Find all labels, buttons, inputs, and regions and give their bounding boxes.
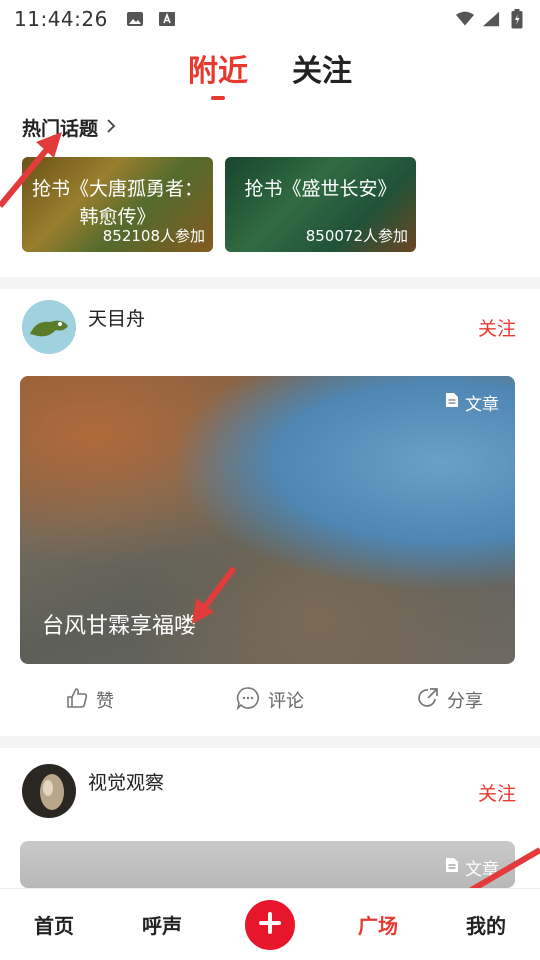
topic-participants: 852108人参加 — [102, 227, 205, 245]
battery-icon — [508, 9, 526, 29]
tab-following[interactable]: 关注 — [292, 44, 352, 104]
a-box-icon — [158, 11, 176, 27]
topic-card[interactable]: 抢书《大唐孤勇者：韩愈传》 852108人参加 — [22, 157, 213, 252]
topic-participants: 850072人参加 — [305, 227, 408, 245]
hot-topics-title: 热门话题 — [22, 118, 99, 140]
nav-mine[interactable]: 我的 — [432, 910, 540, 939]
post-image[interactable]: 文章 台风甘霖享福喽 — [20, 376, 515, 664]
follow-button[interactable]: 关注 — [478, 314, 516, 341]
avatar[interactable] — [22, 764, 76, 818]
signal-icon — [482, 11, 500, 27]
article-badge-label: 文章 — [465, 860, 499, 880]
share-icon — [417, 687, 439, 714]
chevron-right-icon — [106, 118, 116, 138]
comment-icon — [236, 686, 260, 715]
topic-card[interactable]: 抢书《盛世长安》 850072人参加 — [225, 157, 416, 252]
article-badge-label: 文章 — [465, 395, 499, 415]
post-author[interactable]: 天目舟 — [22, 300, 145, 354]
topic-title: 抢书《大唐孤勇者：韩愈传》 — [32, 178, 204, 228]
like-button[interactable]: 赞 — [0, 680, 180, 720]
comment-label: 评论 — [268, 691, 304, 712]
hot-topics-header[interactable]: 热门话题 — [22, 114, 116, 141]
nav-square[interactable]: 广场 — [324, 910, 432, 939]
share-label: 分享 — [447, 691, 483, 712]
tab-following-label: 关注 — [292, 54, 352, 89]
bottom-nav: 首页 呼声 广场 我的 — [0, 888, 540, 960]
thumbs-up-icon — [66, 687, 88, 714]
post-actions: 赞 评论 分享 — [0, 680, 540, 720]
active-tab-indicator — [211, 96, 225, 100]
status-time: 11:44:26 — [14, 7, 108, 31]
post-caption: 台风甘霖享福喽 — [42, 614, 197, 639]
hot-topics-list: 抢书《大唐孤勇者：韩愈传》 852108人参加 抢书《盛世长安》 850072人… — [22, 157, 416, 252]
tab-nearby-label: 附近 — [188, 54, 248, 89]
create-post-button[interactable] — [245, 899, 295, 950]
nav-home[interactable]: 首页 — [0, 910, 108, 939]
document-icon — [445, 392, 459, 413]
author-name: 天目舟 — [88, 308, 146, 330]
topic-title: 抢书《盛世长安》 — [244, 178, 397, 200]
plus-icon — [258, 911, 282, 939]
article-badge: 文章 — [445, 855, 499, 880]
like-label: 赞 — [96, 691, 114, 712]
document-icon — [445, 857, 459, 878]
post-image[interactable]: 文章 — [20, 841, 515, 888]
top-tabs: 附近 关注 — [0, 44, 540, 104]
status-bar: 11:44:26 — [0, 0, 540, 38]
section-divider — [0, 277, 540, 289]
share-button[interactable]: 分享 — [360, 680, 540, 720]
wifi-icon — [456, 11, 474, 27]
section-divider — [0, 736, 540, 748]
article-badge: 文章 — [445, 390, 499, 415]
post-author[interactable]: 视觉观察 — [22, 764, 164, 818]
comment-button[interactable]: 评论 — [180, 680, 360, 720]
tab-nearby[interactable]: 附近 — [188, 44, 248, 100]
author-name: 视觉观察 — [88, 772, 165, 794]
avatar[interactable] — [22, 300, 76, 354]
follow-button[interactable]: 关注 — [478, 779, 516, 806]
nav-voice[interactable]: 呼声 — [108, 910, 216, 939]
image-icon — [126, 11, 144, 27]
